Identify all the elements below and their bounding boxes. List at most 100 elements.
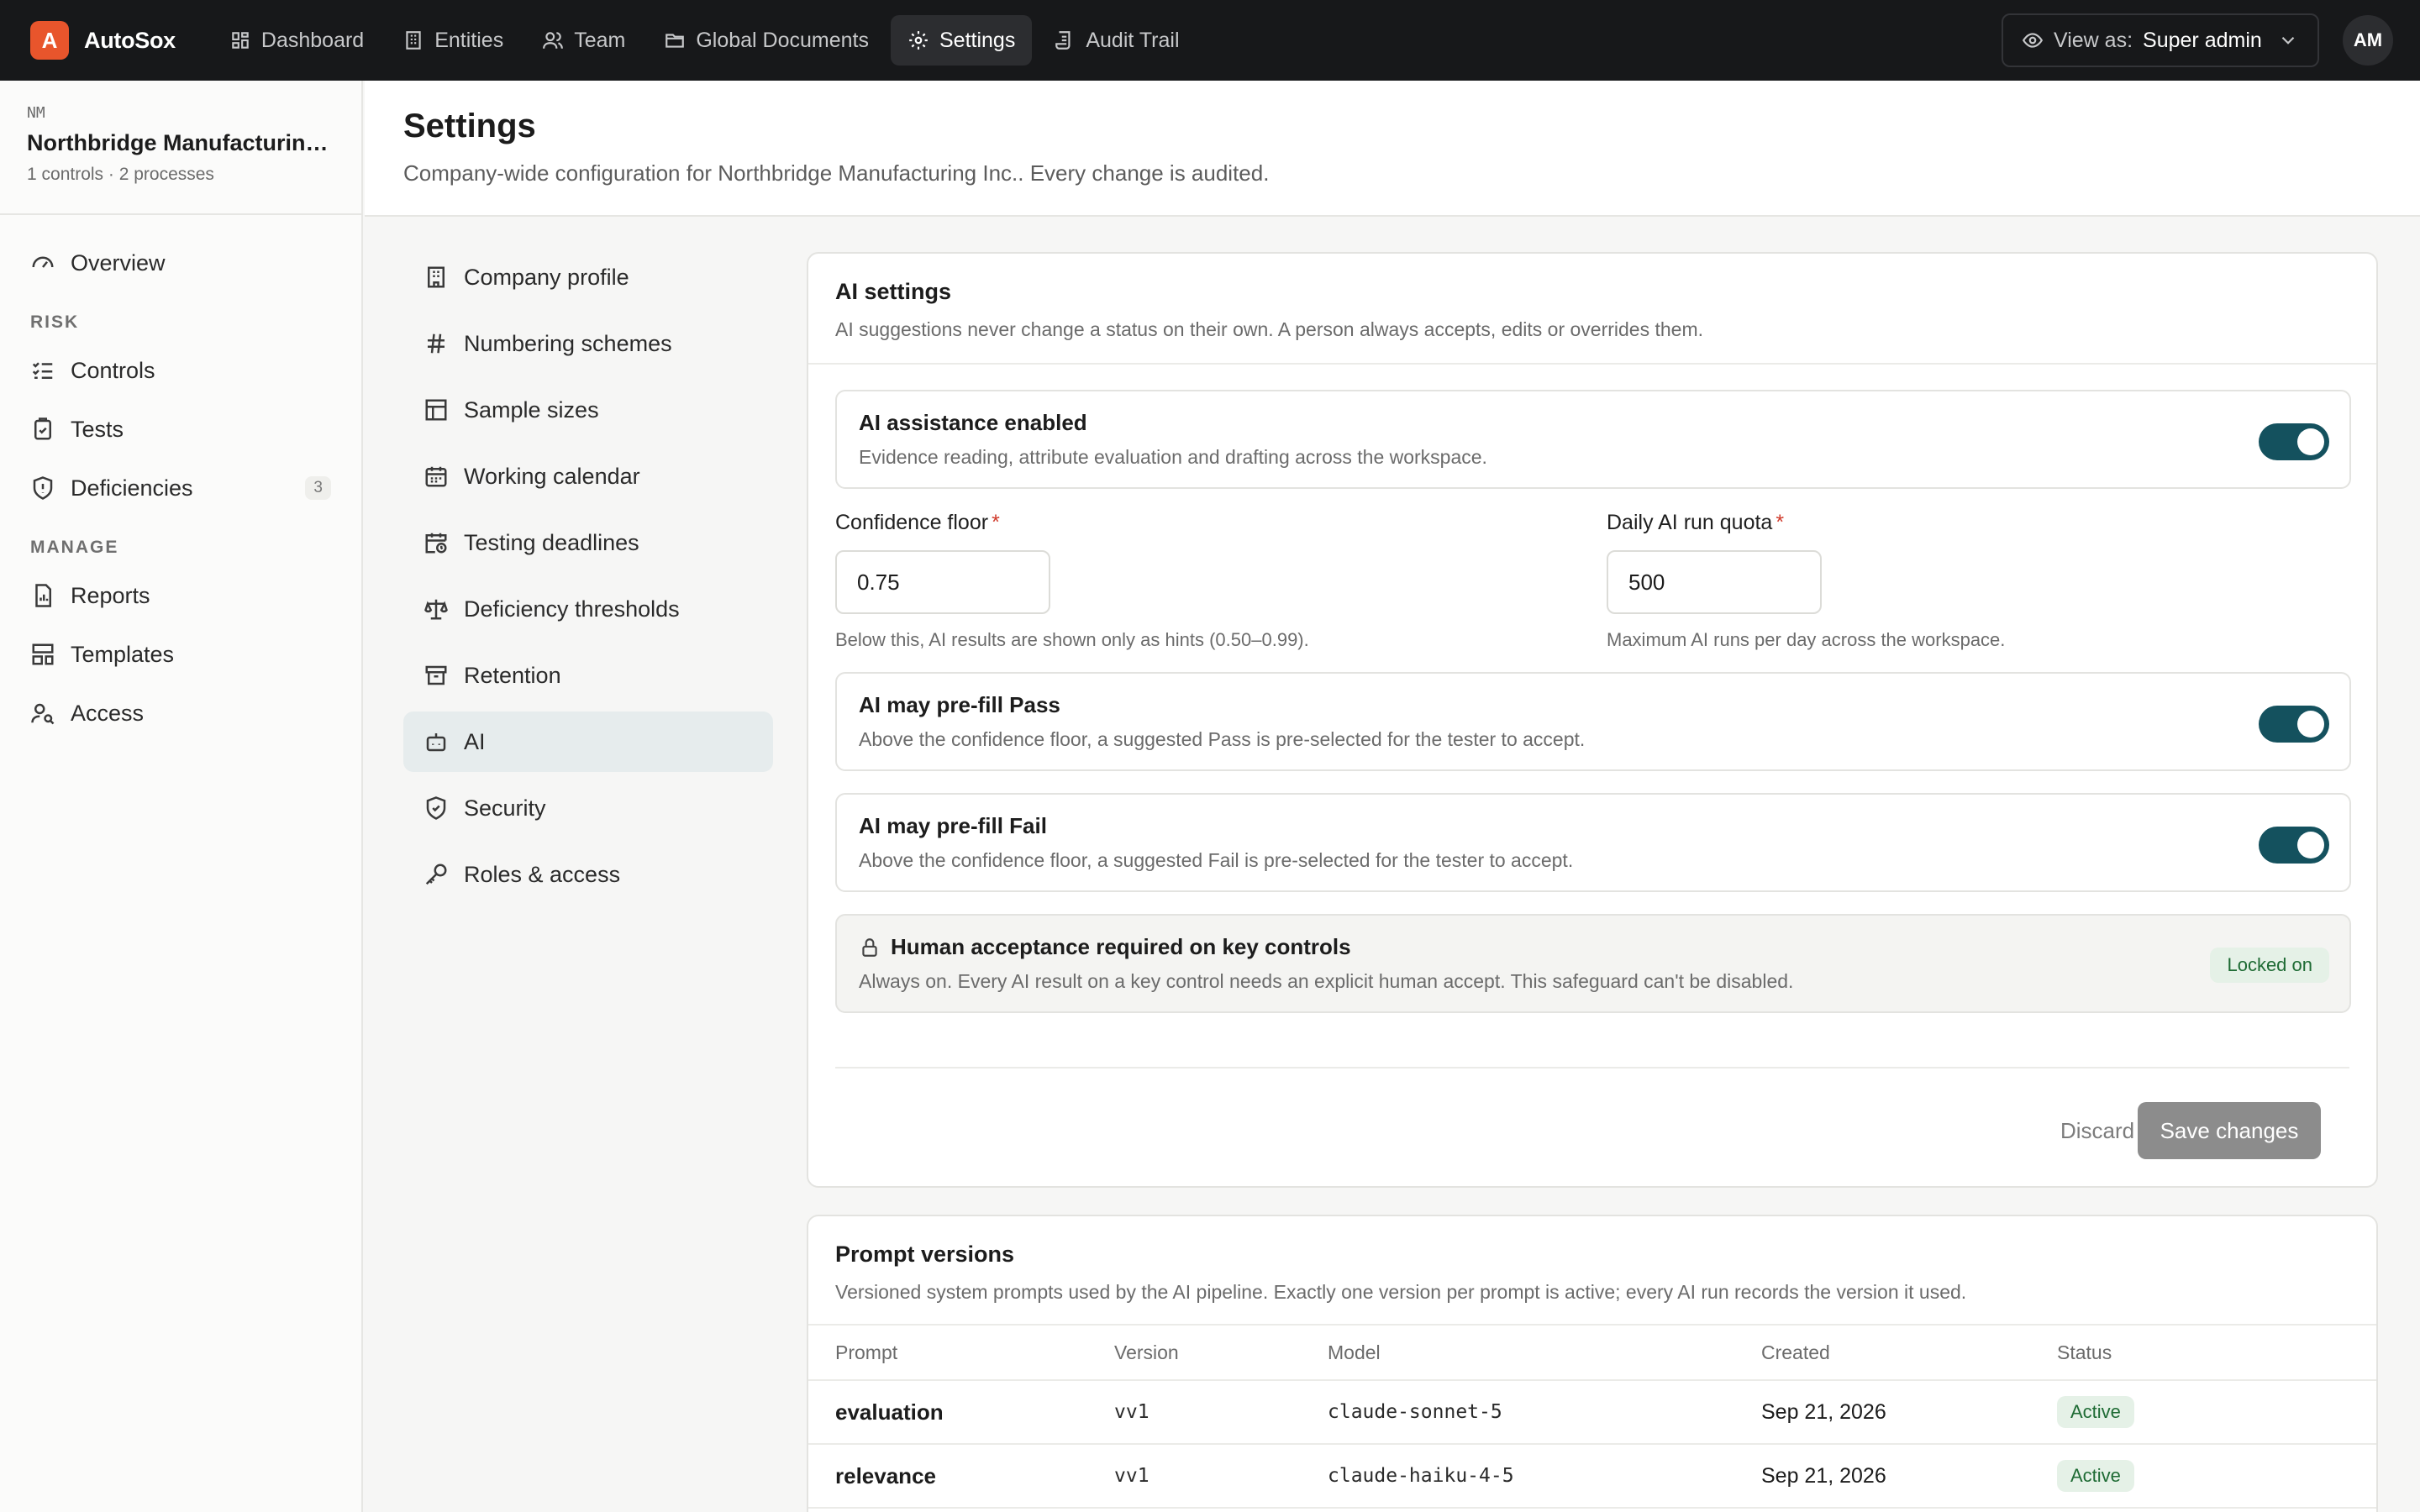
nav-entities[interactable]: Entities xyxy=(386,15,520,66)
brand-name: AutoSox xyxy=(84,27,176,53)
prompt-versions-description: Versioned system prompts used by the AI … xyxy=(835,1281,1967,1303)
nav-audit-trail[interactable]: Audit Trail xyxy=(1037,15,1196,66)
divider xyxy=(835,1067,2349,1068)
settings-nav-label: Working calendar xyxy=(464,463,640,489)
save-changes-button[interactable]: Save changes xyxy=(2138,1102,2321,1159)
avatar[interactable]: AM xyxy=(2343,15,2393,66)
sidebar-item-access[interactable]: Access xyxy=(0,684,361,743)
report-icon xyxy=(35,584,51,607)
settings-nav-roles-access[interactable]: Roles & access xyxy=(403,844,773,905)
page-subtitle: Company-wide configuration for Northbrid… xyxy=(403,160,1270,186)
sidebar-section-manage: MANAGE xyxy=(30,538,119,557)
settings-nav-sample-sizes[interactable]: Sample sizes xyxy=(403,380,773,440)
sidebar-item-tests[interactable]: Tests xyxy=(0,400,361,459)
brand-logo: A xyxy=(30,21,69,60)
prefill-fail-row: AI may pre-fill Fail Above the confidenc… xyxy=(835,793,2351,892)
calendar-icon xyxy=(425,466,447,487)
settings-nav-retention[interactable]: Retention xyxy=(403,645,773,706)
table-header: Prompt Version Model Created Status xyxy=(808,1324,2376,1381)
prompt-version: vv1 xyxy=(1114,1401,1150,1423)
sidebar-item-label: Reports xyxy=(71,582,150,608)
settings-nav-label: Company profile xyxy=(464,264,629,290)
view-as-label: View as: xyxy=(2054,28,2133,52)
prompt-model: claude-sonnet-5 xyxy=(1328,1401,1502,1423)
sidebar-item-label: Controls xyxy=(71,357,155,383)
daily-quota-input[interactable]: 500 xyxy=(1607,550,1822,614)
ai-assistance-toggle[interactable] xyxy=(2259,423,2329,460)
nav-settings[interactable]: Settings xyxy=(891,15,1033,66)
confidence-floor-input[interactable]: 0.75 xyxy=(835,550,1050,614)
users-icon xyxy=(543,32,564,49)
settings-nav: Company profile Numbering schemes Sample… xyxy=(403,247,773,911)
eye-icon xyxy=(2022,33,2044,48)
user-key-icon xyxy=(31,703,55,725)
scale-icon xyxy=(424,599,448,620)
hash-icon xyxy=(428,333,445,354)
settings-nav-company-profile[interactable]: Company profile xyxy=(403,247,773,307)
settings-nav-security[interactable]: Security xyxy=(403,778,773,838)
confidence-floor-field: Confidence floor * 0.75 Below this, AI re… xyxy=(835,511,1309,651)
sidebar-item-label: Templates xyxy=(71,641,175,667)
sidebar-item-controls[interactable]: Controls xyxy=(0,341,361,400)
daily-quota-label: Daily AI run quota * xyxy=(1607,511,1785,534)
settings-nav-deficiency-thresholds[interactable]: Deficiency thresholds xyxy=(403,579,773,639)
settings-nav-working-calendar[interactable]: Working calendar xyxy=(403,446,773,507)
prefill-fail-title: AI may pre-fill Fail xyxy=(859,813,1047,838)
daily-quota-field: Daily AI run quota * 500 Maximum AI runs … xyxy=(1607,511,2005,651)
entity-switcher[interactable]: NM Northbridge Manufacturing Inc. 1 cont… xyxy=(0,81,361,215)
settings-nav-label: Deficiency thresholds xyxy=(464,596,680,622)
nav-dashboard[interactable]: Dashboard xyxy=(213,15,381,66)
settings-nav-label: Sample sizes xyxy=(464,396,599,423)
discard-button[interactable]: Discard xyxy=(2042,1102,2153,1159)
main-nav: Dashboard Entities Team Global Documents… xyxy=(213,15,1197,66)
prefill-pass-row: AI may pre-fill Pass Above the confidenc… xyxy=(835,672,2351,771)
sidebar-item-label: Overview xyxy=(71,249,166,276)
ai-assistance-title: AI assistance enabled xyxy=(859,410,1087,435)
view-as-dropdown[interactable]: View as: Super admin xyxy=(2002,13,2319,67)
shield-alert-icon xyxy=(33,476,53,500)
column-header-status: Status xyxy=(2057,1341,2112,1363)
prompt-created: Sep 21, 2026 xyxy=(1761,1463,1886,1488)
deficiencies-count-badge: 3 xyxy=(305,476,331,500)
building-icon xyxy=(406,31,421,50)
sidebar-item-label: Access xyxy=(71,700,145,726)
prefill-fail-toggle[interactable] xyxy=(2259,827,2329,864)
sidebar-item-templates[interactable]: Templates xyxy=(0,625,361,684)
sidebar-item-deficiencies[interactable]: Deficiencies 3 xyxy=(0,459,361,517)
prompt-version: vv1 xyxy=(1114,1465,1150,1487)
ai-settings-card: AI settings AI suggestions never change … xyxy=(807,252,2378,1188)
sidebar-item-overview[interactable]: Overview xyxy=(0,234,361,292)
prompt-versions-table: Prompt Version Model Created Status eval… xyxy=(808,1324,2376,1509)
table-row[interactable]: evaluation vv1 claude-sonnet-5 Sep 21, 2… xyxy=(808,1381,2376,1445)
settings-nav-testing-deadlines[interactable]: Testing deadlines xyxy=(403,512,773,573)
sidebar-item-reports[interactable]: Reports xyxy=(0,566,361,625)
gear-icon xyxy=(909,31,928,50)
prefill-pass-description: Above the confidence floor, a suggested … xyxy=(859,728,1586,750)
nav-label: Team xyxy=(574,28,626,52)
settings-nav-label: Security xyxy=(464,795,546,821)
column-header-version: Version xyxy=(1114,1341,1179,1363)
brand[interactable]: A AutoSox xyxy=(30,21,176,60)
prefill-fail-description: Above the confidence floor, a suggested … xyxy=(859,849,1574,871)
lock-icon xyxy=(862,937,877,957)
entity-meta: 1 controls · 2 processes xyxy=(27,165,214,184)
list-check-icon xyxy=(32,362,53,379)
human-acceptance-description: Always on. Every AI result on a key cont… xyxy=(859,970,1794,992)
settings-nav-ai[interactable]: AI xyxy=(403,711,773,772)
prefill-pass-toggle[interactable] xyxy=(2259,706,2329,743)
settings-nav-numbering-schemes[interactable]: Numbering schemes xyxy=(403,313,773,374)
prompt-versions-card: Prompt versions Versioned system prompts… xyxy=(807,1215,2378,1512)
table-icon xyxy=(425,399,447,421)
prompt-name: evaluation xyxy=(835,1399,944,1425)
settings-nav-label: Testing deadlines xyxy=(464,529,639,555)
table-row[interactable]: relevance vv1 claude-haiku-4-5 Sep 21, 2… xyxy=(808,1445,2376,1509)
settings-nav-label: Roles & access xyxy=(464,861,621,887)
nav-label: Settings xyxy=(939,28,1016,52)
nav-team[interactable]: Team xyxy=(525,15,642,66)
building-icon xyxy=(428,266,445,288)
column-header-created: Created xyxy=(1761,1341,1830,1363)
nav-global-documents[interactable]: Global Documents xyxy=(647,15,886,66)
key-icon xyxy=(425,864,447,885)
settings-nav-label: Retention xyxy=(464,662,561,688)
sidebar-item-label: Deficiencies xyxy=(71,475,193,501)
